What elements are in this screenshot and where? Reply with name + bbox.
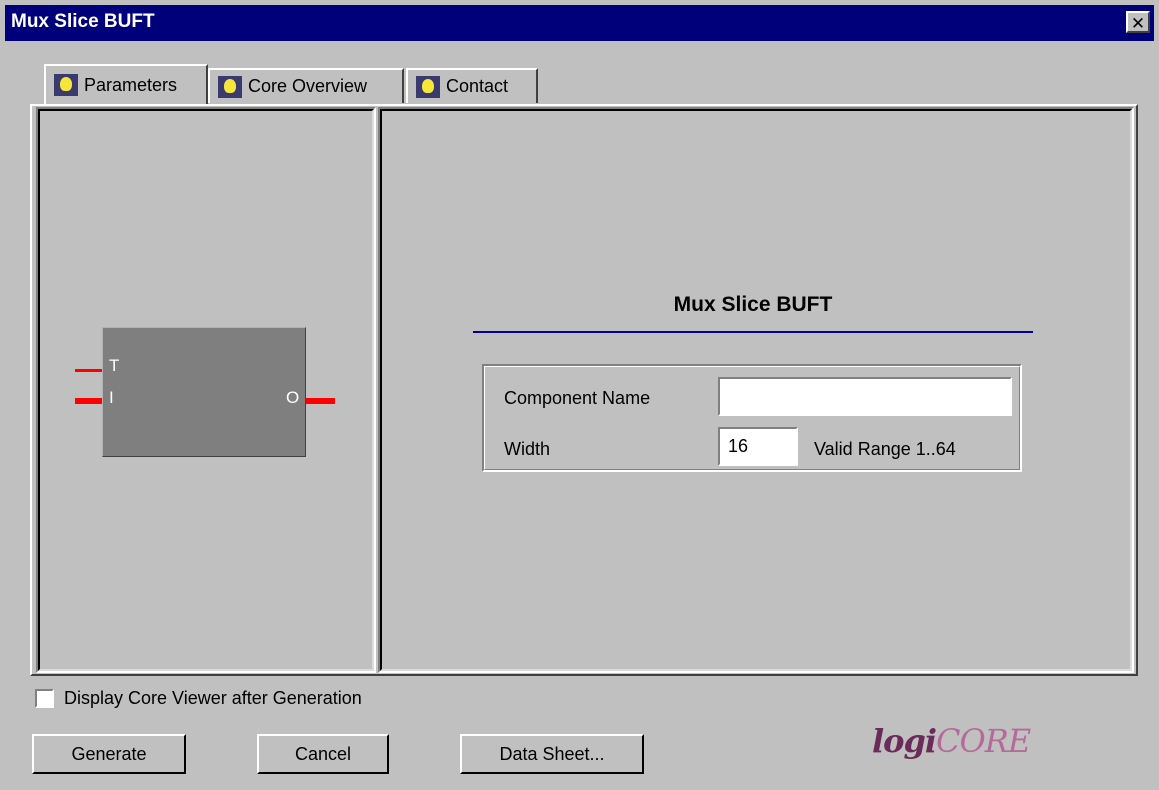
width-label: Width	[504, 439, 551, 459]
close-icon: ✕	[1130, 14, 1146, 33]
title-bar[interactable]: Mux Slice BUFT ✕	[5, 5, 1154, 41]
tab-contact[interactable]: Contact	[406, 68, 538, 103]
dialog-window: Mux Slice BUFT ✕ Parameters Core Overvie…	[0, 0, 1159, 790]
close-button[interactable]: ✕	[1126, 11, 1150, 33]
heading-rule	[473, 331, 1033, 333]
tab-label: Core Overview	[248, 76, 368, 96]
parameters-group: Component Name Width Valid Range 1..64	[482, 364, 1022, 472]
window-title: Mux Slice BUFT	[11, 11, 155, 32]
display-viewer-label: Display Core Viewer after Generation	[64, 688, 362, 708]
tab-label: Contact	[446, 76, 509, 96]
pin-o-wire	[305, 398, 335, 404]
lightbulb-icon	[218, 75, 242, 98]
logo-text-core: CORE	[936, 722, 1031, 760]
component-name-label: Component Name	[504, 388, 651, 408]
pin-i-wire	[75, 398, 103, 404]
form-heading: Mux Slice BUFT	[673, 293, 833, 316]
logicore-logo: logiCORE	[872, 722, 1031, 760]
pin-i-label: I	[109, 388, 114, 407]
component-name-field[interactable]	[718, 377, 1012, 416]
width-range-label: Valid Range 1..64	[814, 439, 956, 459]
pin-o-label: O	[286, 388, 300, 407]
tab-parameters[interactable]: Parameters	[44, 64, 208, 104]
tab-label: Parameters	[84, 74, 178, 95]
cancel-button[interactable]: Cancel	[257, 734, 389, 774]
pin-t-wire	[75, 369, 103, 372]
pin-t-label: T	[109, 356, 120, 375]
width-field[interactable]	[718, 427, 798, 466]
data-sheet-button[interactable]: Data Sheet...	[460, 734, 644, 774]
lightbulb-icon	[54, 74, 78, 96]
display-viewer-checkbox[interactable]	[35, 689, 54, 708]
tab-core-overview[interactable]: Core Overview	[208, 68, 404, 103]
generate-button[interactable]: Generate	[32, 734, 186, 774]
logo-text-logi: logi	[872, 722, 937, 760]
core-symbol: T I O	[102, 327, 306, 457]
lightbulb-icon	[416, 75, 440, 98]
